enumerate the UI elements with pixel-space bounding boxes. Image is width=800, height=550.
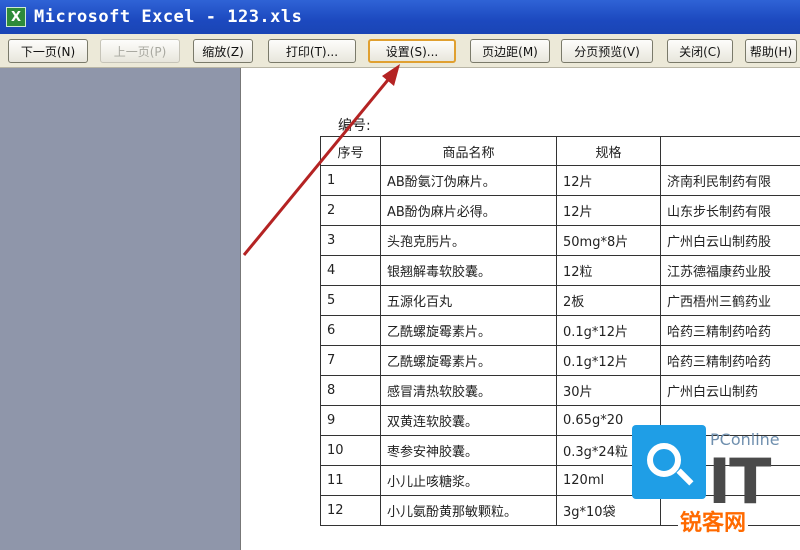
cell-product: 头孢克肟片。 bbox=[380, 225, 557, 256]
title-bar: X Microsoft Excel - 123.xls bbox=[0, 0, 800, 34]
print-button[interactable]: 打印(T)... bbox=[268, 39, 356, 63]
cell-spec: 12粒 bbox=[556, 255, 661, 286]
previous-page-button[interactable]: 上一页(P) bbox=[100, 39, 180, 63]
cell-index: 6 bbox=[320, 315, 381, 346]
cell-index: 9 bbox=[320, 405, 381, 436]
header-index: 序号 bbox=[320, 136, 381, 166]
cell-product: AB酚氨汀伪麻片。 bbox=[380, 165, 557, 196]
cell-index: 12 bbox=[320, 495, 381, 526]
cell-product: 枣参安神胶囊。 bbox=[380, 435, 557, 466]
cell-maker: 广州白云山制药 bbox=[660, 375, 800, 406]
cell-product: AB酚伪麻片必得。 bbox=[380, 195, 557, 226]
cell-spec: 3g*10袋 bbox=[556, 495, 661, 526]
cell-product: 小儿氨酚黄那敏颗粒。 bbox=[380, 495, 557, 526]
cell-maker: 哈药三精制药哈药 bbox=[660, 345, 800, 376]
table-row: 8 感冒清热软胶囊。 30片 广州白云山制药 bbox=[320, 375, 800, 406]
cell-product: 双黄连软胶囊。 bbox=[380, 405, 557, 436]
cell-spec: 12片 bbox=[556, 195, 661, 226]
cell-index: 1 bbox=[320, 165, 381, 196]
cell-index: 3 bbox=[320, 225, 381, 256]
cell-product: 乙酰螺旋霉素片。 bbox=[380, 345, 557, 376]
cell-spec: 12片 bbox=[556, 165, 661, 196]
table-row: 6 乙酰螺旋霉素片。 0.1g*12片 哈药三精制药哈药 bbox=[320, 315, 800, 346]
close-button[interactable]: 关闭(C) bbox=[667, 39, 733, 63]
serial-number-label: 编号: bbox=[338, 118, 371, 134]
cell-index: 8 bbox=[320, 375, 381, 406]
excel-icon: X bbox=[6, 7, 26, 27]
margins-button[interactable]: 页边距(M) bbox=[470, 39, 550, 63]
table-row: 7 乙酰螺旋霉素片。 0.1g*12片 哈药三精制药哈药 bbox=[320, 345, 800, 376]
table-row: 2 AB酚伪麻片必得。 12片 山东步长制药有限 bbox=[320, 195, 800, 226]
header-spec: 规格 bbox=[556, 136, 661, 166]
cell-spec: 0.1g*12片 bbox=[556, 315, 661, 346]
cell-product: 五源化百丸 bbox=[380, 285, 557, 316]
cell-maker: 济南利民制药有限 bbox=[660, 165, 800, 196]
window-title: Microsoft Excel - 123.xls bbox=[34, 7, 303, 27]
cell-spec: 0.1g*12片 bbox=[556, 345, 661, 376]
preview-background-panel bbox=[0, 68, 241, 550]
cell-maker: 广西梧州三鹤药业 bbox=[660, 285, 800, 316]
print-preview-toolbar: 下一页(N) 上一页(P) 缩放(Z) 打印(T)... 设置(S)... 页边… bbox=[0, 34, 800, 68]
table-row: 3 头孢克肟片。 50mg*8片 广州白云山制药股 bbox=[320, 225, 800, 256]
cell-index: 10 bbox=[320, 435, 381, 466]
cell-index: 5 bbox=[320, 285, 381, 316]
cell-spec: 50mg*8片 bbox=[556, 225, 661, 256]
cell-product: 银翘解毒软胶囊。 bbox=[380, 255, 557, 286]
table-row: 4 银翘解毒软胶囊。 12粒 江苏德福康药业股 bbox=[320, 255, 800, 286]
next-page-button[interactable]: 下一页(N) bbox=[8, 39, 88, 63]
cell-index: 11 bbox=[320, 465, 381, 496]
header-manufacturer bbox=[660, 136, 800, 166]
cell-maker: 山东步长制药有限 bbox=[660, 195, 800, 226]
help-button[interactable]: 帮助(H) bbox=[745, 39, 797, 63]
header-product-name: 商品名称 bbox=[380, 136, 557, 166]
table-row: 5 五源化百丸 2板 广西梧州三鹤药业 bbox=[320, 285, 800, 316]
page-break-preview-button[interactable]: 分页预览(V) bbox=[561, 39, 653, 63]
table-row: 1 AB酚氨汀伪麻片。 12片 济南利民制药有限 bbox=[320, 165, 800, 196]
zoom-button[interactable]: 缩放(Z) bbox=[193, 39, 253, 63]
cell-spec: 30片 bbox=[556, 375, 661, 406]
cell-product: 乙酰螺旋霉素片。 bbox=[380, 315, 557, 346]
cell-index: 4 bbox=[320, 255, 381, 286]
cell-index: 2 bbox=[320, 195, 381, 226]
table-header-row: 序号 商品名称 规格 bbox=[320, 136, 800, 166]
cell-maker: 广州白云山制药股 bbox=[660, 225, 800, 256]
cell-maker: 哈药三精制药哈药 bbox=[660, 315, 800, 346]
cell-index: 7 bbox=[320, 345, 381, 376]
watermark-brand: 锐客网 bbox=[678, 505, 749, 537]
setup-button[interactable]: 设置(S)... bbox=[368, 39, 456, 63]
cell-product: 感冒清热软胶囊。 bbox=[380, 375, 557, 406]
cell-spec: 2板 bbox=[556, 285, 661, 316]
cell-product: 小儿止咳糖浆。 bbox=[380, 465, 557, 496]
cell-maker: 江苏德福康药业股 bbox=[660, 255, 800, 286]
